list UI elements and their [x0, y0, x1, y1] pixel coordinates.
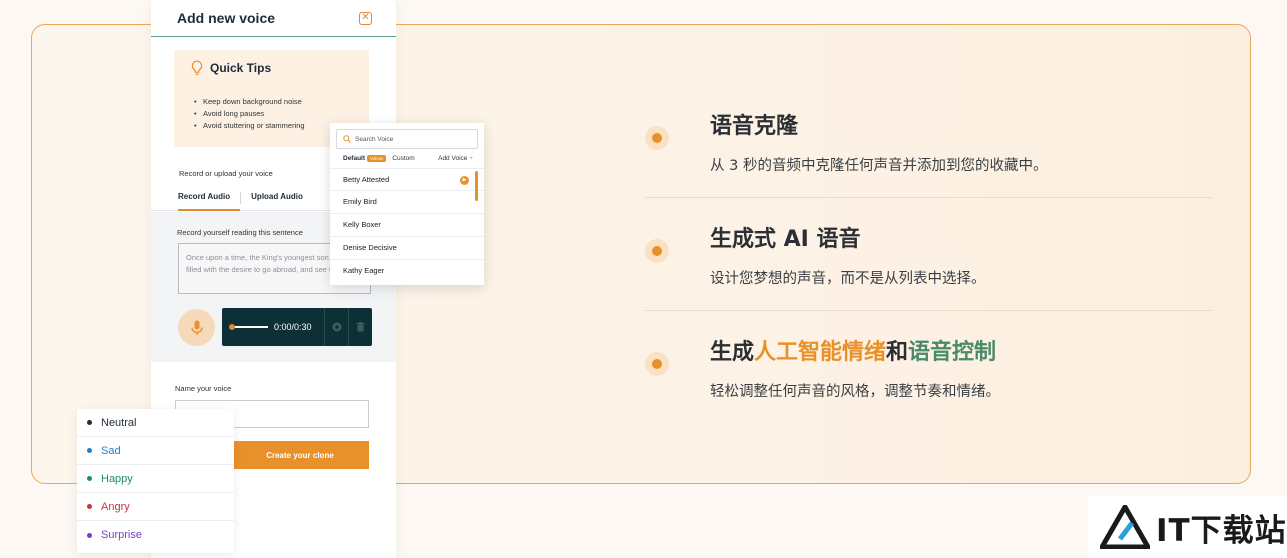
add-voice-link[interactable]: Add Voice +: [438, 155, 473, 162]
microphone-icon: [190, 320, 203, 335]
playback-time: 0:00/0:30: [274, 322, 312, 332]
watermark: IT下载站: [1088, 496, 1287, 558]
tips-title: Quick Tips: [210, 61, 272, 75]
emotion-neutral[interactable]: Neutral: [77, 409, 234, 437]
watermark-logo-icon: [1100, 505, 1150, 549]
title-part: 生成: [710, 340, 755, 365]
audio-player: 0:00/0:30: [222, 308, 372, 346]
voice-name: Kathy Eager: [343, 266, 385, 275]
delete-button[interactable]: [348, 308, 372, 346]
voice-tabs: Default Voices Custom Add Voice +: [343, 155, 473, 162]
watermark-text: IT下载站: [1156, 512, 1287, 549]
emotion-dot: [87, 532, 92, 538]
stop-icon: [332, 322, 341, 332]
feature-title: 生成人工智能情绪和语音控制: [710, 334, 996, 366]
voice-name: Kelly Boxer: [343, 220, 381, 229]
feature-desc: 设计您梦想的声音，而不是从列表中选择。: [710, 271, 986, 287]
emotion-dot: [87, 504, 92, 509]
voice-name: Denise Decisive: [343, 243, 397, 252]
tip-item: Keep down background noise: [194, 96, 369, 108]
tip-item: Avoid long pauses: [194, 108, 369, 120]
emotion-label: Angry: [101, 500, 130, 513]
scrollbar[interactable]: [475, 171, 478, 201]
tab-default[interactable]: Default: [343, 155, 365, 162]
lightbulb-icon: [191, 60, 203, 75]
record-button[interactable]: [178, 309, 215, 346]
voice-item[interactable]: Kathy Eager: [330, 260, 484, 283]
emotion-dot: [87, 420, 92, 425]
feature-desc: 轻松调整任何声音的风格，调整节奏和情绪。: [710, 384, 1000, 400]
emotion-label: Happy: [101, 472, 133, 485]
trash-icon: [356, 322, 365, 332]
divider: [645, 310, 1213, 311]
voice-item[interactable]: Kelly Boxer: [330, 214, 484, 237]
feature-title: 生成式 AI 语音: [710, 227, 861, 252]
emotion-happy[interactable]: Happy: [77, 465, 234, 493]
feature-bullet-icon: [645, 239, 669, 263]
record-upload-label: Record or upload your voice: [179, 169, 273, 178]
tab-custom[interactable]: Custom: [392, 155, 414, 162]
voice-item[interactable]: Denise Decisive: [330, 237, 484, 260]
play-icon[interactable]: ▶: [460, 176, 469, 185]
search-voice-input[interactable]: Search Voice: [336, 129, 478, 149]
panel-title: Add new voice: [177, 10, 276, 26]
emotion-dot: [87, 476, 92, 481]
voice-name: Emily Bird: [343, 197, 377, 206]
feature-bullet-icon: [645, 126, 669, 150]
read-sentence-label: Record yourself reading this sentence: [177, 228, 303, 237]
voice-item[interactable]: Emily Bird: [330, 191, 484, 214]
feature-bullet-icon: [645, 352, 669, 376]
emotion-label: Neutral: [101, 416, 137, 429]
emotion-list: Neutral Sad Happy Angry Surprise: [77, 409, 234, 553]
emotion-sad[interactable]: Sad: [77, 437, 234, 465]
emotion-label: Surprise: [101, 529, 142, 541]
voice-dropdown: Search Voice Default Voices Custom Add V…: [330, 123, 484, 285]
search-placeholder: Search Voice: [355, 135, 394, 143]
plus-icon: +: [469, 155, 473, 162]
emotion-dot: [87, 448, 92, 453]
title-highlight-control: 语音控制: [908, 340, 997, 365]
title-highlight-emotion: 人工智能情绪: [754, 340, 887, 365]
feature-desc: 从 3 秒的音频中克隆任何声音并添加到您的收藏中。: [710, 158, 1048, 174]
close-icon[interactable]: ✕: [359, 11, 372, 25]
tab-divider: [240, 192, 242, 204]
name-voice-label: Name your voice: [175, 384, 232, 393]
voice-list: Betty Attested ▶ Emily Bird Kelly Boxer D…: [330, 168, 484, 283]
title-part: 和: [886, 340, 909, 365]
voices-badge: Voices: [367, 155, 387, 162]
voice-item[interactable]: Betty Attested ▶: [330, 168, 484, 191]
tab-upload-audio[interactable]: Upload Audio: [251, 186, 313, 211]
tab-record-audio[interactable]: Record Audio: [178, 186, 241, 211]
add-voice-label: Add Voice: [438, 155, 468, 162]
stop-button[interactable]: [324, 308, 348, 346]
panel-header: Add new voice ✕: [151, 0, 396, 37]
feature-title: 语音克隆: [710, 114, 799, 139]
emotion-label: Sad: [101, 444, 121, 457]
playback-slider[interactable]: [229, 324, 268, 330]
create-clone-button[interactable]: Create your clone: [231, 441, 369, 469]
emotion-angry[interactable]: Angry: [77, 493, 234, 521]
divider: [645, 197, 1213, 198]
search-icon: [343, 135, 351, 143]
slider-handle[interactable]: [229, 324, 235, 330]
emotion-surprise[interactable]: Surprise: [77, 521, 234, 549]
voice-name: Betty Attested: [343, 175, 390, 184]
